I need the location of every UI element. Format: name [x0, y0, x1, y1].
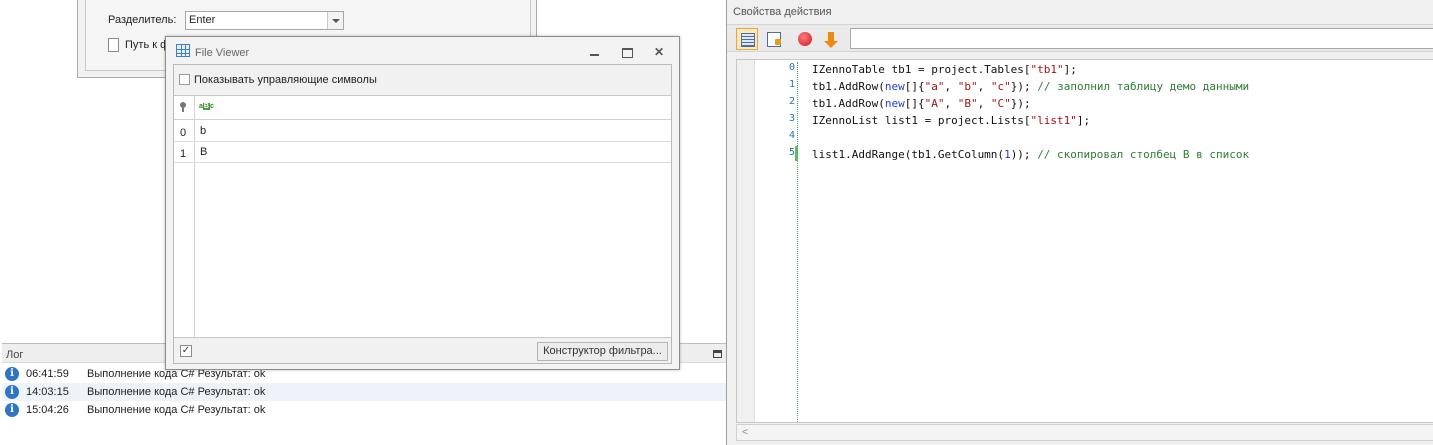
abc-icon-b: B: [202, 103, 210, 110]
code-token: ,: [977, 80, 991, 93]
action-properties-title: Свойства действия: [733, 6, 832, 18]
row-index: 1: [180, 148, 187, 160]
log-message: Выполнение кода C# Результат: ok: [87, 386, 266, 398]
code-text: IZennoList list1 = project.Lists["list1"…: [812, 114, 1090, 127]
code-token: IZennoList list1 = project.Lists[: [812, 114, 1031, 127]
file-viewer-window: File Viewer ✕ Показывать управляющие сим…: [165, 36, 680, 370]
arrow-down-icon[interactable]: [820, 28, 842, 50]
code-line[interactable]: 0 IZennoTable tb1 = project.Tables["tb1"]…: [737, 62, 1433, 79]
row-index: 0: [180, 127, 187, 139]
show-control-chars-checkbox[interactable]: [179, 74, 190, 85]
app-root: Разделитель: Enter Путь к фа Лог i 06:41:…: [0, 0, 1433, 445]
row-value[interactable]: B: [200, 146, 207, 158]
info-icon: i: [5, 385, 19, 399]
code-token: "list1": [1030, 114, 1077, 127]
code-line[interactable]: 3 IZennoList list1 = project.Lists["list1…: [737, 113, 1433, 130]
file-viewer-titlebar[interactable]: File Viewer ✕: [166, 37, 679, 64]
code-token: // заполнил таблицу демо данными: [1037, 80, 1250, 93]
file-icon: [108, 38, 119, 52]
code-token: IZennoTable tb1 = project.Tables[: [812, 63, 1031, 76]
separator-label: Разделитель:: [108, 14, 177, 26]
log-time: 14:03:15: [26, 386, 69, 398]
line-number: 4: [788, 130, 795, 141]
line-number: 2: [788, 96, 795, 107]
line-number: 1: [788, 79, 795, 90]
code-token: });: [1010, 97, 1031, 110]
grid-header: aBc: [174, 96, 671, 120]
close-button[interactable]: ✕: [650, 45, 668, 59]
filter-enabled-checkbox[interactable]: ✓: [180, 345, 192, 357]
code-toolbar: [727, 24, 1433, 52]
code-token: ];: [1063, 63, 1077, 76]
code-line[interactable]: 1 tb1.AddRow(new[]{"a", "b", "c"}); // за…: [737, 79, 1433, 96]
code-line[interactable]: 5 list1.AddRange(tb1.GetColumn(1)); // ск…: [737, 147, 1433, 164]
code-token: list1.AddRange(tb1.GetColumn(: [812, 148, 1005, 161]
code-token: // скопировал столбец B в список: [1037, 148, 1250, 161]
action-input[interactable]: [850, 28, 1433, 49]
table-row[interactable]: 1B: [174, 142, 671, 163]
code-text: tb1.AddRow(new[]{"a", "b", "c"}); // зап…: [812, 80, 1249, 93]
code-token: new: [884, 97, 905, 110]
code-token: []{: [904, 80, 925, 93]
code-token: });: [1010, 80, 1038, 93]
code-text: tb1.AddRow(new[]{"A", "B", "C"});: [812, 97, 1031, 110]
info-icon: i: [5, 403, 19, 417]
log-message: Выполнение кода C# Результат: ok: [87, 404, 266, 416]
code-token: ,: [944, 80, 958, 93]
code-text: IZennoTable tb1 = project.Tables["tb1"];: [812, 63, 1077, 76]
horizontal-scrollbar[interactable]: <: [736, 424, 1433, 441]
table-icon: [176, 44, 190, 57]
file-viewer-title: File Viewer: [195, 47, 250, 59]
code-text: list1.AddRange(tb1.GetColumn(1)); // ско…: [812, 148, 1249, 161]
code-token: tb1.AddRow(: [812, 97, 885, 110]
code-token: "C": [990, 97, 1011, 110]
code-token: "tb1": [1030, 63, 1064, 76]
code-line[interactable]: 2 tb1.AddRow(new[]{"A", "B", "C"});: [737, 96, 1433, 113]
chevron-down-icon[interactable]: [327, 12, 343, 29]
table-row[interactable]: 0b: [174, 121, 671, 142]
code-token: new: [884, 80, 905, 93]
line-number: 5: [788, 147, 795, 158]
line-number: 0: [788, 62, 795, 73]
file-viewer-grid: aBc 0b1B: [174, 95, 671, 339]
info-icon: i: [5, 367, 19, 381]
abc-icon-c: c: [209, 103, 214, 110]
separator-select[interactable]: Enter: [185, 11, 344, 30]
minimize-button[interactable]: [586, 45, 604, 59]
line-number: 3: [788, 113, 795, 124]
action-properties-pane: Свойства действия 0 IZennoTable tb1 = pro…: [726, 0, 1433, 445]
file-viewer-body: Показывать управляющие символы aBc 0b1B …: [173, 64, 672, 364]
stop-icon[interactable]: [794, 28, 816, 50]
code-editor[interactable]: 0 IZennoTable tb1 = project.Tables["tb1"]…: [736, 59, 1433, 423]
code-token: ];: [1076, 114, 1091, 127]
separator-value: Enter: [189, 14, 216, 26]
edit-button[interactable]: [763, 28, 785, 50]
code-line[interactable]: 4: [737, 130, 1433, 147]
filter-builder-button[interactable]: Конструктор фильтра...: [537, 342, 668, 361]
code-token: "A": [924, 97, 945, 110]
code-token: ,: [977, 97, 991, 110]
table-view-button[interactable]: [736, 28, 758, 50]
code-token: "c": [990, 80, 1011, 93]
log-time: 06:41:59: [26, 368, 69, 380]
code-token: ,: [944, 97, 958, 110]
text-column-icon[interactable]: aBc: [199, 103, 214, 110]
show-control-chars-label[interactable]: Показывать управляющие символы: [194, 74, 377, 86]
row-value[interactable]: b: [200, 125, 206, 137]
code-token: ));: [1010, 148, 1038, 161]
maximize-button[interactable]: [618, 45, 636, 59]
code-token: "b": [957, 80, 978, 93]
maximize-icon[interactable]: [713, 350, 722, 358]
log-row[interactable]: i 14:03:15 Выполнение кода C# Результат: o…: [2, 383, 726, 401]
code-token: "B": [957, 97, 978, 110]
code-token: []{: [904, 97, 925, 110]
code-token: tb1.AddRow(: [812, 80, 885, 93]
log-title: Лог: [6, 349, 24, 361]
code-token: 1: [1004, 148, 1011, 161]
pin-icon[interactable]: [180, 102, 186, 112]
code-token: "a": [924, 80, 945, 93]
log-row[interactable]: i 15:04:26 Выполнение кода C# Результат: o…: [2, 401, 726, 419]
log-time: 15:04:26: [26, 404, 69, 416]
scroll-left-icon[interactable]: <: [739, 427, 751, 439]
